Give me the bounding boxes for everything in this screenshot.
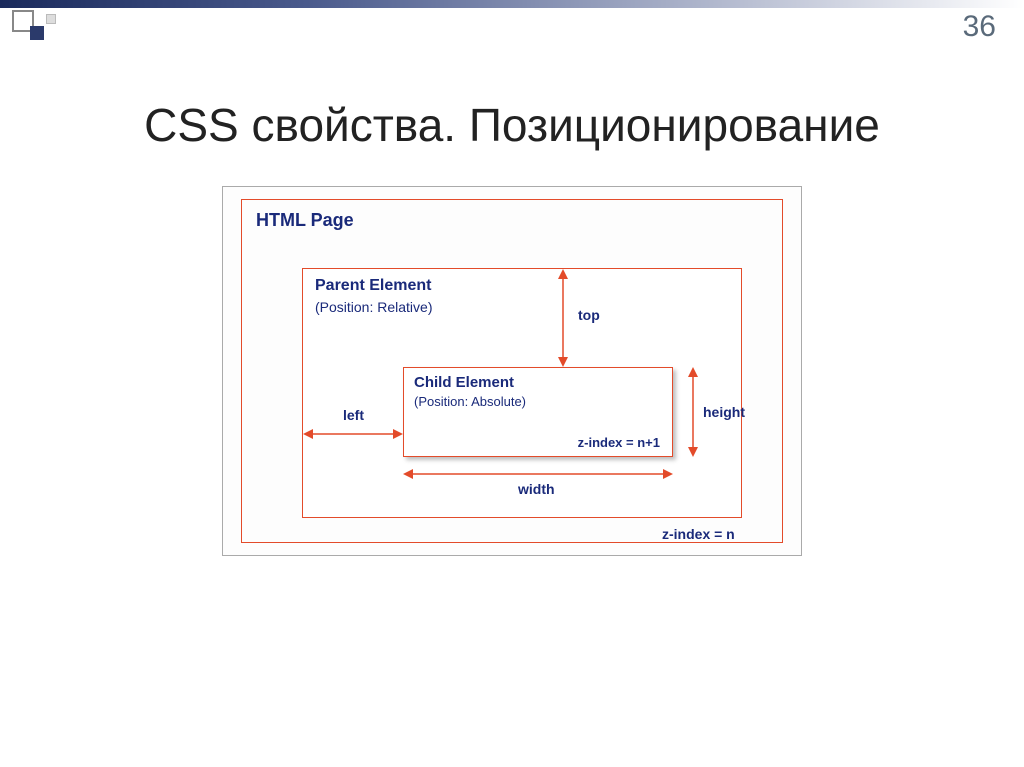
slide-header-decoration xyxy=(0,0,1024,40)
width-label: width xyxy=(518,481,555,497)
child-zindex: z-index = n+1 xyxy=(578,435,660,450)
parent-title: Parent Element xyxy=(315,277,431,295)
slide-title: CSS свойства. Позиционирование xyxy=(0,98,1024,152)
child-title: Child Element xyxy=(414,374,514,391)
top-label: top xyxy=(578,307,600,323)
left-arrow-icon xyxy=(303,424,403,444)
html-page-box: HTML Page Parent Element (Position: Rela… xyxy=(241,199,783,543)
header-gradient-bar xyxy=(0,0,1024,8)
left-label: left xyxy=(343,407,364,423)
top-arrow-icon xyxy=(553,269,573,367)
child-subtitle: (Position: Absolute) xyxy=(414,394,526,409)
height-label: height xyxy=(703,404,745,420)
height-arrow-icon xyxy=(683,367,703,457)
child-element-box: Child Element (Position: Absolute) z-ind… xyxy=(403,367,673,457)
positioning-diagram: HTML Page Parent Element (Position: Rela… xyxy=(222,186,802,556)
square-deco-icon xyxy=(30,26,44,40)
slide-number: 36 xyxy=(963,10,996,44)
parent-zindex: z-index = n xyxy=(662,526,735,542)
square-deco-icon xyxy=(46,14,56,24)
html-page-label: HTML Page xyxy=(256,210,354,231)
parent-subtitle: (Position: Relative) xyxy=(315,299,433,315)
parent-element-box: Parent Element (Position: Relative) Chil… xyxy=(302,268,742,518)
